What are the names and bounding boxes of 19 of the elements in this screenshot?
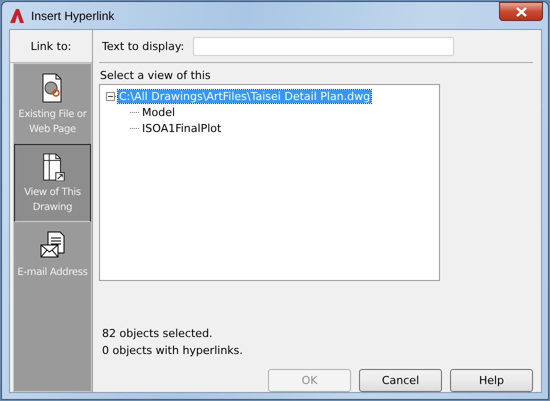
sidebar-item[interactable]: Existing File or Web Page bbox=[14, 64, 91, 144]
tree-label: Select a view of this bbox=[99, 68, 211, 84]
tree-item[interactable]: Model bbox=[141, 106, 176, 118]
status-text: 82 objects selected. bbox=[102, 327, 214, 340]
logo-icon bbox=[9, 8, 25, 24]
window-title: Insert Hyperlink bbox=[31, 8, 116, 22]
help-button[interactable]: Help bbox=[450, 369, 533, 392]
close-icon bbox=[516, 6, 526, 16]
collapse-icon[interactable] bbox=[106, 92, 115, 100]
link-to-label: Link to: bbox=[30, 40, 72, 52]
tree-item[interactable]: ISOA1FinalPlot bbox=[141, 122, 222, 134]
sidebar-item[interactable]: View of This Drawing bbox=[14, 144, 91, 222]
status-text: 0 objects with hyperlinks. bbox=[102, 344, 244, 357]
text-to-display-label: Text to display: bbox=[102, 40, 184, 53]
cancel-button[interactable]: Cancel bbox=[359, 369, 442, 392]
sidebar-item[interactable]: E-mail Address bbox=[14, 222, 91, 287]
close-button[interactable] bbox=[499, 2, 543, 21]
text-to-display-field[interactable] bbox=[193, 37, 454, 56]
tree-item[interactable]: C:\All Drawings\ArtFiles\Taisei Detail Plan.dwg bbox=[118, 90, 372, 102]
